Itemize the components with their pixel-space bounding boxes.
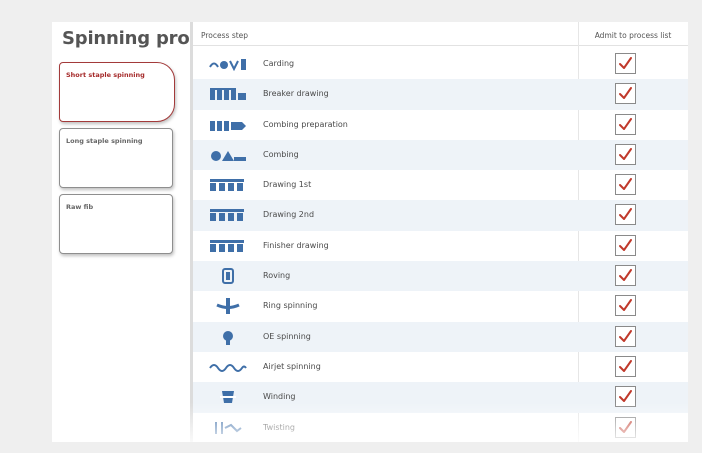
card-long-staple[interactable]: Long staple spinning	[59, 128, 173, 188]
table-row: Combing preparation	[193, 110, 688, 140]
drawing-1st-icon	[205, 177, 251, 193]
card-raw-fib[interactable]: Raw fib	[59, 194, 173, 254]
combing-preparation-icon	[205, 117, 251, 133]
table-row: Airjet spinning	[193, 352, 688, 382]
process-step-label: Ring spinning	[263, 301, 318, 311]
process-step-label: Breaker drawing	[263, 89, 329, 99]
table-row: Winding	[193, 382, 688, 413]
table-row: Breaker drawing	[193, 79, 688, 110]
admit-checkbox[interactable]	[615, 83, 636, 105]
process-step-label: Winding	[263, 392, 296, 402]
table-row: OE spinning	[193, 321, 688, 352]
process-step-label: Airjet spinning	[263, 361, 321, 371]
table-header: Process step Admit to process list	[193, 22, 688, 46]
admit-checkbox[interactable]	[615, 53, 636, 74]
card-label: Long staple spinning	[66, 137, 143, 145]
process-step-label: Finisher drawing	[263, 240, 329, 250]
admit-checkbox[interactable]	[615, 295, 636, 317]
oe-spinning-icon	[205, 329, 251, 345]
table-row: Twisting	[193, 413, 688, 442]
process-step-label: Roving	[263, 271, 291, 281]
table-row: Combing	[193, 139, 688, 171]
table-row: Drawing 1st	[193, 170, 688, 200]
admit-checkbox[interactable]	[615, 143, 636, 165]
roving-icon	[205, 268, 251, 285]
admit-checkbox[interactable]	[615, 355, 636, 377]
admit-checkbox[interactable]	[615, 386, 636, 408]
table-row: Roving	[193, 261, 688, 292]
table-rows: Carding Breaker drawing Combing preparatio…	[193, 49, 688, 442]
admit-checkbox[interactable]	[615, 174, 636, 196]
process-step-label: Drawing 2nd	[263, 210, 315, 220]
process-step-label: Combing	[263, 149, 299, 159]
airjet-spinning-icon	[205, 359, 251, 375]
process-step-label: Twisting	[263, 422, 296, 432]
admit-checkbox[interactable]	[615, 265, 636, 287]
admit-checkbox[interactable]	[615, 234, 636, 256]
winding-icon	[205, 389, 251, 405]
table-row: Ring spinning	[193, 291, 688, 321]
process-step-label: OE spinning	[263, 331, 311, 341]
table-row: Carding	[193, 49, 688, 79]
table-row: Drawing 2nd	[193, 200, 688, 231]
carding-icon	[205, 56, 251, 72]
combing-icon	[205, 147, 251, 163]
card-short-staple[interactable]: Short staple spinning	[59, 62, 175, 122]
twisting-icon	[205, 420, 251, 436]
admit-checkbox[interactable]	[615, 113, 636, 135]
card-label: Raw fib	[66, 203, 94, 211]
finisher-drawing-icon	[205, 238, 251, 254]
admit-checkbox[interactable]	[615, 204, 636, 226]
card-label: Short staple spinning	[66, 71, 145, 79]
table-row: Finisher drawing	[193, 231, 688, 261]
process-table: Process step Admit to process list Cardi…	[193, 22, 688, 442]
left-pane: Spinning process Short staple spinning L…	[52, 22, 190, 442]
admit-checkbox[interactable]	[615, 416, 636, 438]
header-process-step: Process step	[201, 31, 249, 40]
admit-checkbox[interactable]	[615, 325, 636, 347]
ring-spinning-icon	[205, 298, 251, 315]
breaker-drawing-icon	[205, 86, 251, 102]
process-step-label: Combing preparation	[263, 119, 348, 129]
header-admit: Admit to process list	[594, 31, 672, 40]
process-window: Spinning process Short staple spinning L…	[52, 22, 688, 442]
drawing-2nd-icon	[205, 207, 251, 223]
process-step-label: Carding	[263, 59, 295, 68]
page-title: Spinning process	[62, 28, 190, 49]
process-step-label: Drawing 1st	[263, 180, 312, 190]
